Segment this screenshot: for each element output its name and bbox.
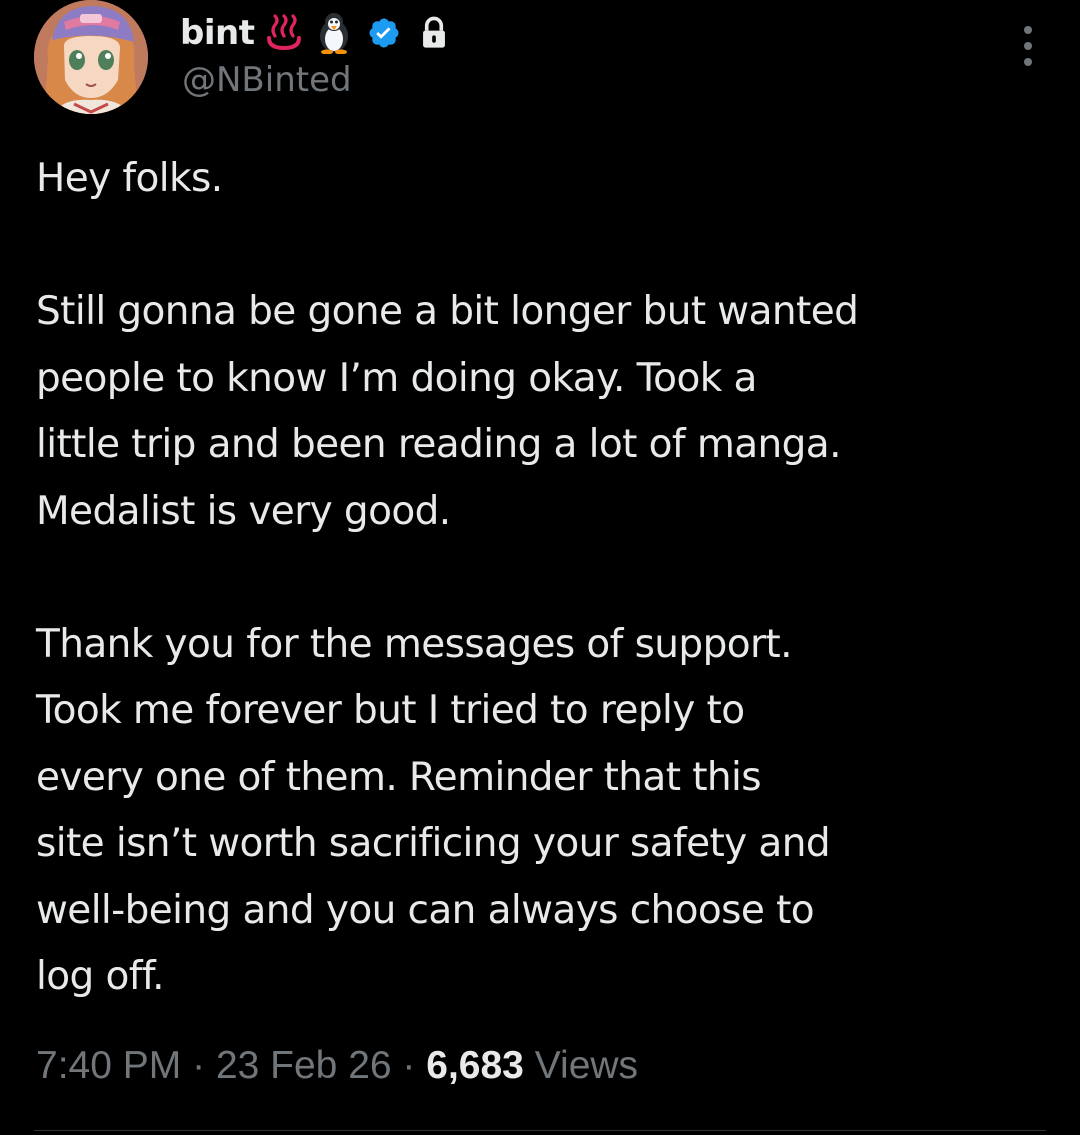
- tweet-line: every one of them. Reminder that this: [36, 754, 762, 800]
- tweet-text: Hey folks. Still gonna be gone a bit lon…: [36, 146, 1046, 1011]
- more-dot: [1024, 58, 1032, 66]
- tweet: bint @NBinted Hey folks. Still gonna be …: [0, 0, 1080, 1135]
- more-dot: [1024, 42, 1032, 50]
- name-row: bint: [180, 8, 454, 58]
- tweet-time[interactable]: 7:40 PM: [36, 1044, 181, 1087]
- tweet-meta: 7:40 PM · 23 Feb 26 · 6,683 Views: [36, 1044, 638, 1088]
- hot-springs-icon: [264, 13, 304, 53]
- tweet-line: little trip and been reading a lot of ma…: [36, 422, 841, 467]
- views-count[interactable]: 6,683: [426, 1044, 524, 1087]
- user-handle[interactable]: @NBinted: [182, 60, 352, 100]
- tweet-date[interactable]: 23 Feb 26: [216, 1044, 392, 1087]
- verified-badge-icon[interactable]: [364, 13, 404, 53]
- avatar[interactable]: [34, 0, 148, 114]
- tweet-line: Hey folks.: [36, 156, 223, 201]
- tweet-line: Still gonna be gone a bit longer but wan…: [36, 289, 859, 334]
- tweet-line: people to know I’m doing okay. Took a: [36, 355, 757, 401]
- tweet-line: Medalist is very good.: [36, 488, 451, 534]
- meta-separator: ·: [402, 1044, 416, 1087]
- penguin-icon: [314, 13, 354, 54]
- tweet-line: Thank you for the messages of support.: [36, 621, 793, 667]
- tweet-line: site isn’t worth sacrificing your safety…: [36, 821, 831, 866]
- lock-icon: [414, 13, 454, 53]
- divider: [34, 1130, 1046, 1131]
- more-dot: [1024, 26, 1032, 34]
- tweet-line: log off.: [36, 954, 165, 999]
- tweet-line: well-being and you can always choose to: [36, 887, 815, 933]
- meta-separator: ·: [192, 1044, 206, 1087]
- display-name[interactable]: bint: [180, 13, 255, 53]
- views-label[interactable]: Views: [535, 1044, 638, 1087]
- more-options-icon[interactable]: [1016, 26, 1040, 66]
- tweet-line: Took me forever but I tried to reply to: [36, 688, 745, 733]
